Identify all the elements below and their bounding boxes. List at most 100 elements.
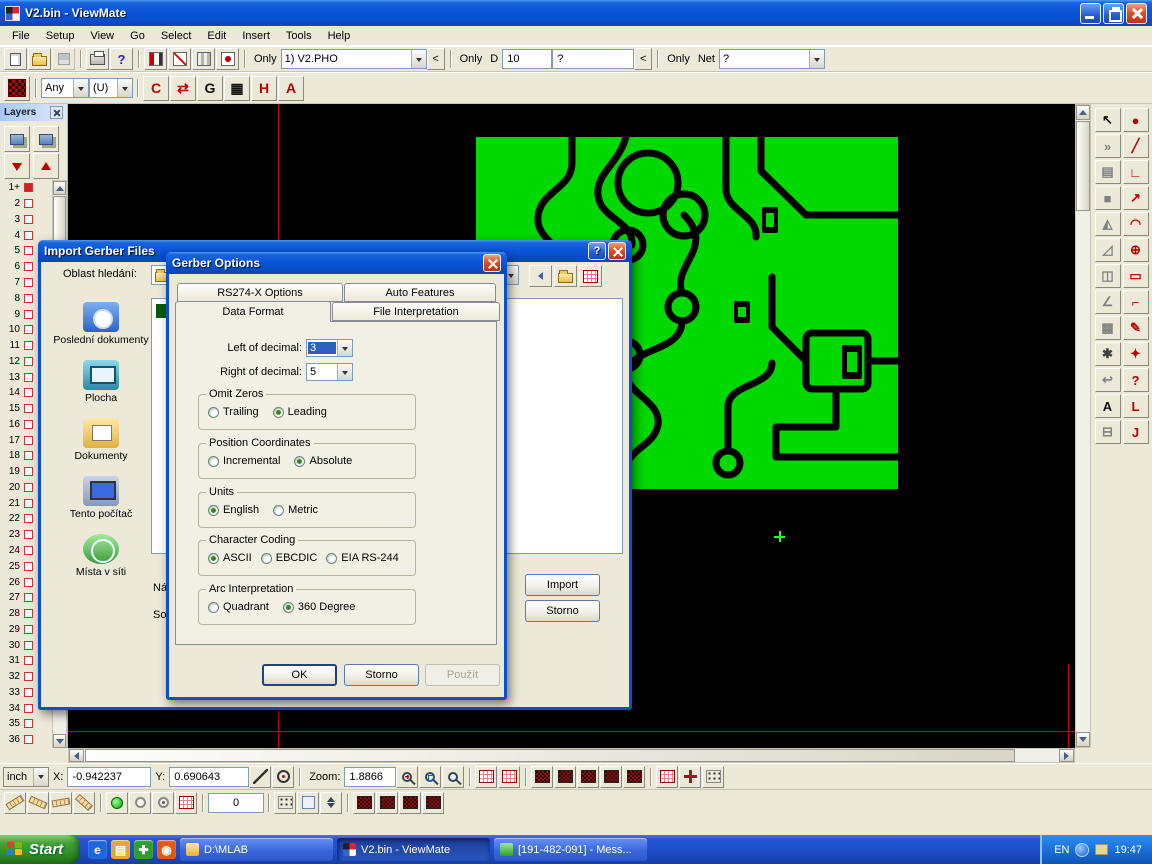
chevron-down-icon[interactable] [73, 79, 88, 97]
center-target-button[interactable] [272, 766, 294, 788]
layers-panel-header[interactable]: Layers [0, 104, 67, 121]
radio-leading[interactable]: Leading [273, 406, 327, 418]
apply-button[interactable]: Použít [425, 664, 500, 686]
ruler-l-tool-icon[interactable]: L [1123, 394, 1149, 418]
layer-color-swatch[interactable] [24, 310, 33, 319]
dither-view-button-4[interactable] [600, 766, 622, 788]
dither-view-button-3[interactable] [577, 766, 599, 788]
dcode-input[interactable]: 10 [502, 49, 552, 69]
radio-ebcdic[interactable]: EBCDIC [261, 552, 318, 564]
layer-color-swatch[interactable] [24, 278, 33, 287]
pattern-button-3[interactable] [399, 792, 421, 814]
grid-snap-button[interactable] [656, 766, 678, 788]
dither-view-button-5[interactable] [623, 766, 645, 788]
aperture-unit-combo[interactable]: (U) [89, 78, 133, 98]
layer-color-swatch[interactable] [24, 467, 33, 476]
menu-item-help[interactable]: Help [320, 28, 359, 44]
chevron-down-icon[interactable] [33, 768, 48, 786]
hook-tool-icon[interactable]: J [1123, 420, 1149, 444]
update-shield-icon[interactable]: ✚ [134, 840, 153, 859]
cancel-button[interactable]: Storno [344, 664, 419, 686]
scrollbar-thumb[interactable] [53, 196, 66, 242]
context-help-button[interactable]: ? [110, 48, 133, 70]
task-button-mlab[interactable]: D:\MLAB [180, 838, 333, 861]
dot-grid-button[interactable] [274, 792, 296, 814]
chevron-down-icon[interactable] [337, 364, 352, 380]
scrollbar-thumb[interactable] [1076, 121, 1090, 211]
tab-rs274x-options[interactable]: RS274-X Options [177, 283, 343, 302]
ok-button[interactable]: OK [262, 664, 337, 686]
new-file-button[interactable] [4, 48, 27, 70]
task-button-messenger[interactable]: [191-482-091] - Mess... [494, 838, 647, 861]
canvas-hscrollbar[interactable] [68, 748, 1075, 763]
save-file-button[interactable] [52, 48, 75, 70]
anchor-button[interactable] [297, 792, 319, 814]
lamp-button[interactable] [129, 792, 151, 814]
radio-trailing[interactable]: Trailing [208, 406, 259, 418]
minimize-icon[interactable] [1080, 3, 1101, 24]
fill-tool-icon[interactable]: ■ [1095, 186, 1121, 210]
x-coordinate-field[interactable]: -0.942237 [67, 767, 151, 787]
tab-data-format[interactable]: Data Format [175, 301, 331, 322]
tab-file-interpretation[interactable]: File Interpretation [332, 302, 500, 321]
board-tool-icon[interactable]: ⊟ [1095, 420, 1121, 444]
layer-color-swatch[interactable] [24, 578, 33, 587]
chevron-down-icon[interactable] [337, 340, 352, 356]
highlight-button[interactable] [216, 48, 239, 70]
layer-view-button[interactable] [4, 126, 30, 152]
scroll-right-icon[interactable] [1059, 749, 1074, 762]
layer-color-swatch[interactable] [24, 641, 33, 650]
layer-row[interactable]: 2 [0, 196, 52, 212]
query-tool-icon[interactable]: ? [1123, 368, 1149, 392]
layer-color-swatch[interactable] [24, 625, 33, 634]
target-tool-icon[interactable]: ⊕ [1123, 238, 1149, 262]
import-cancel-button[interactable]: Storno [525, 600, 600, 622]
grid-button[interactable] [175, 792, 197, 814]
chevron-down-icon[interactable] [117, 79, 132, 97]
tray-app-icon[interactable] [1095, 844, 1108, 855]
place-recent[interactable]: Poslední dokumenty [51, 298, 151, 346]
y-coordinate-field[interactable]: 0.690643 [169, 767, 249, 787]
clock[interactable]: 19:47 [1114, 844, 1142, 856]
select-tool-icon[interactable]: ↖ [1095, 108, 1121, 132]
pad-tool-icon[interactable]: ● [1123, 108, 1149, 132]
layer-color-swatch[interactable] [24, 246, 33, 255]
up-folder-button[interactable] [554, 265, 577, 287]
prev-dcode-button[interactable]: < [634, 48, 652, 70]
box-dot-button[interactable] [702, 766, 724, 788]
layer-color-swatch[interactable] [24, 436, 33, 445]
zoom-out-button[interactable] [442, 766, 464, 788]
folder-icon[interactable]: ▤ [111, 840, 130, 859]
close-icon[interactable] [608, 242, 626, 260]
help-icon[interactable]: ? [588, 242, 606, 260]
scrollbar-thumb[interactable] [85, 749, 1015, 762]
move-layer-up-button[interactable] [33, 153, 59, 179]
layer-color-swatch[interactable] [24, 388, 33, 397]
radio-quadrant[interactable]: Quadrant [208, 601, 269, 613]
only-net-label[interactable]: Only [667, 53, 690, 65]
swap-layers-button[interactable] [144, 48, 167, 70]
layer-color-swatch[interactable] [24, 719, 33, 728]
scroll-down-icon[interactable] [1076, 732, 1090, 747]
aperture-pattern-button[interactable] [4, 76, 30, 101]
polyline-tool-icon[interactable]: ∟ [1123, 160, 1149, 184]
layer-color-swatch[interactable] [24, 546, 33, 555]
ie-icon[interactable]: e [88, 840, 107, 859]
scroll-left-icon[interactable] [69, 749, 84, 762]
menu-item-file[interactable]: File [4, 28, 38, 44]
open-file-button[interactable] [28, 48, 51, 70]
place-computer[interactable]: Tento počítač [51, 472, 151, 520]
import-button[interactable]: Import [525, 574, 600, 596]
layer-color-swatch[interactable] [24, 357, 33, 366]
language-indicator[interactable]: EN [1054, 844, 1069, 856]
tab-auto-features[interactable]: Auto Features [344, 283, 496, 302]
radio-absolute[interactable]: Absolute [294, 455, 352, 467]
star-tool-icon[interactable]: ✱ [1095, 342, 1121, 366]
text-tool-icon[interactable]: A [1095, 394, 1121, 418]
start-button[interactable]: Start [0, 835, 80, 864]
radio-eia-rs-244[interactable]: EIA RS-244 [326, 552, 398, 564]
menu-item-tools[interactable]: Tools [278, 28, 320, 44]
layer-color-swatch[interactable] [24, 562, 33, 571]
ruler-button-4[interactable] [73, 792, 95, 814]
mirror-tool-icon[interactable]: ◭ [1095, 212, 1121, 236]
